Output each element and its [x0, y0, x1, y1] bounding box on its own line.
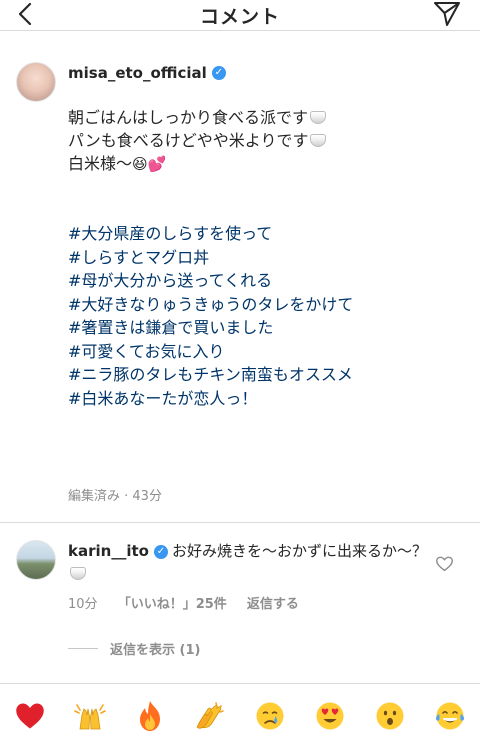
surprised-face-icon[interactable]: [373, 699, 407, 733]
clapping-hands-icon[interactable]: [193, 699, 227, 733]
hashtag-link[interactable]: #しらすとマグロ丼: [68, 246, 353, 270]
post-meta: 編集済み · 43分: [68, 489, 162, 504]
verified-badge-icon: ✓: [153, 544, 168, 559]
reply-meta: 10分 「いいね！」25件 返信する: [68, 593, 315, 612]
tears-of-joy-face-icon[interactable]: [433, 699, 467, 733]
post-caption: 朝ごはんはしっかり食べる派です パンも食べるけどやや米よりです 白米様〜😆💕: [68, 106, 458, 176]
post-username[interactable]: misa_eto_official ✓: [68, 64, 226, 82]
hashtag-link[interactable]: #ニラ豚のタレもチキン南蛮もオススメ: [68, 363, 353, 387]
view-replies-label: 返信を表示 (1): [110, 643, 201, 658]
hashtag-list: #大分県産のしらすを使って #しらすとマグロ丼 #母が大分から送ってくれる #大…: [68, 222, 353, 410]
verified-badge-icon: ✓: [211, 66, 226, 80]
red-heart-icon[interactable]: [13, 699, 47, 733]
like-heart-icon[interactable]: [436, 556, 453, 572]
grinning-squint-icon: 😆: [132, 155, 148, 173]
rice-bowl-icon: [70, 567, 86, 580]
reply-button[interactable]: 返信する: [247, 597, 299, 612]
send-icon[interactable]: [432, 0, 462, 28]
hashtag-link[interactable]: #大好きなりゅうきゅうのタレをかけて: [68, 293, 353, 317]
rice-bowl-icon: [310, 134, 327, 147]
view-replies-button[interactable]: 返信を表示 (1): [68, 639, 200, 658]
heart-eyes-face-icon[interactable]: [313, 699, 347, 733]
avatar[interactable]: [16, 62, 56, 102]
two-hearts-icon: 💕: [147, 155, 167, 173]
caption-line: パンも食べるけどやや米よりです: [68, 131, 309, 150]
header: コメント: [0, 0, 480, 31]
reply-avatar[interactable]: [16, 540, 56, 580]
reply-body: お好み焼きを〜おかずに出来るか〜？: [171, 542, 427, 560]
hashtag-link[interactable]: #箸置きは鎌倉で買いました: [68, 316, 353, 340]
username-text: karin__ito: [68, 542, 149, 560]
hashtag-link[interactable]: #母が大分から送ってくれる: [68, 269, 353, 293]
likes-count-link[interactable]: 「いいね！」25件: [118, 597, 227, 612]
caption-line: 白米様〜: [68, 154, 133, 173]
page-title: コメント: [199, 6, 280, 28]
caption-line: 朝ごはんはしっかり食べる派です: [68, 108, 309, 127]
reply-username[interactable]: karin__ito ✓: [68, 540, 168, 563]
hashtag-link[interactable]: #白米あなーたが恋人っ！: [68, 387, 353, 411]
fire-icon[interactable]: [133, 699, 167, 733]
crying-face-icon[interactable]: [253, 699, 287, 733]
divider-dash: [68, 648, 98, 649]
hashtag-link[interactable]: #可愛くてお気に入り: [68, 340, 353, 364]
reply-time: 10分: [68, 597, 98, 612]
hashtag-link[interactable]: #大分県産のしらすを使って: [68, 222, 353, 246]
reply-comment: karin__ito ✓ お好み焼きを〜おかずに出来るか〜？: [68, 540, 438, 586]
quick-reaction-bar: [0, 683, 480, 748]
raising-hands-icon[interactable]: [73, 699, 107, 733]
divider: [0, 522, 480, 523]
rice-bowl-icon: [310, 111, 327, 124]
username-text: misa_eto_official: [68, 64, 207, 82]
